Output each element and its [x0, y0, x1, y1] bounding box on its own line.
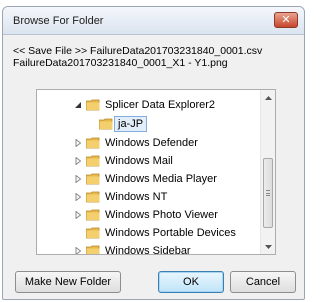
tree-item-label: Windows Defender — [105, 137, 198, 149]
folder-icon — [86, 155, 100, 167]
folder-icon — [86, 209, 100, 221]
tree-item-windows-defender[interactable]: Windows Defender — [73, 134, 198, 152]
tree-item-windows-media-player[interactable]: Windows Media Player — [73, 170, 217, 188]
folder-icon — [86, 99, 100, 111]
collapsed-arrow-icon[interactable] — [73, 246, 83, 254]
folder-icon — [86, 137, 100, 149]
tree-item-windows-sidebar[interactable]: Windows Sidebar — [73, 242, 191, 255]
folder-icon — [86, 227, 100, 239]
ok-button[interactable]: OK — [158, 271, 224, 293]
grip-icon — [266, 190, 270, 196]
close-button[interactable]: ✕ — [274, 12, 298, 28]
collapsed-arrow-icon[interactable] — [73, 156, 83, 166]
collapsed-arrow-icon[interactable] — [73, 174, 83, 184]
tree-item-splicer-data-explorer2[interactable]: Splicer Data Explorer2 — [73, 96, 215, 114]
tree-item-label: Windows Mail — [105, 155, 173, 167]
tree-item-windows-portable-devices[interactable]: Windows Portable Devices — [86, 224, 236, 242]
title-bar[interactable]: Browse For Folder ✕ — [3, 7, 304, 35]
description-text: << Save File >> FailureData201703231840_… — [13, 45, 298, 69]
scroll-down-button[interactable] — [261, 239, 275, 254]
scroll-up-button[interactable] — [261, 90, 275, 105]
tree-item-label: Windows NT — [105, 191, 168, 203]
make-new-folder-button[interactable]: Make New Folder — [15, 271, 121, 293]
vertical-scrollbar[interactable] — [260, 90, 275, 254]
folder-icon — [86, 191, 100, 203]
tree-item-windows-nt[interactable]: Windows NT — [73, 188, 167, 206]
tree-item-windows-photo-viewer[interactable]: Windows Photo Viewer — [73, 206, 218, 224]
collapsed-arrow-icon[interactable] — [73, 138, 83, 148]
folder-icon — [86, 245, 100, 254]
folder-icon — [86, 173, 100, 185]
tree-item-label: ja-JP — [114, 116, 148, 132]
description-line-1: << Save File >> FailureData201703231840_… — [13, 45, 263, 57]
window-title: Browse For Folder — [13, 15, 104, 27]
scroll-up-arrow-icon — [264, 95, 272, 100]
tree-item-label: Windows Photo Viewer — [105, 209, 218, 221]
collapsed-arrow-icon[interactable] — [73, 210, 83, 220]
description-line-2: FailureData201703231840_0001_X1 - Y1.png — [13, 57, 228, 69]
tree-item-label: Windows Portable Devices — [105, 227, 236, 239]
collapsed-arrow-icon[interactable] — [73, 192, 83, 202]
tree-item-label: Splicer Data Explorer2 — [105, 99, 216, 111]
scroll-down-arrow-icon — [264, 244, 272, 249]
folder-icon — [99, 118, 113, 130]
tree-item-windows-mail[interactable]: Windows Mail — [73, 152, 173, 170]
tree-item-ja-jp[interactable]: ja-JP — [99, 115, 148, 133]
close-icon: ✕ — [281, 13, 291, 26]
tree-item-label: Windows Media Player — [105, 173, 217, 185]
cancel-button[interactable]: Cancel — [230, 271, 296, 293]
folder-tree[interactable]: Splicer Data Explorer2 ja-JP Windows Def… — [36, 89, 276, 255]
scrollbar-thumb[interactable] — [263, 158, 273, 228]
expanded-arrow-icon[interactable] — [73, 100, 83, 110]
tree-item-label: Windows Sidebar — [105, 245, 191, 255]
browse-for-folder-dialog: Browse For Folder ✕ << Save File >> Fail… — [2, 6, 305, 300]
